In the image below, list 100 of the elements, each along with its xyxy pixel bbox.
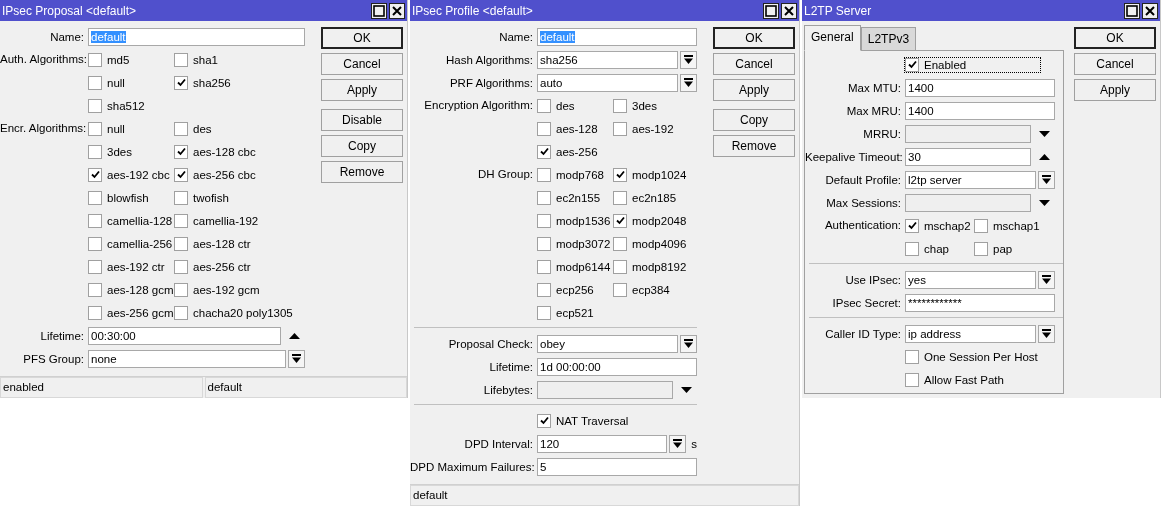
dropdown-button[interactable] [1038,170,1055,189]
checkbox[interactable]: modp1536 [537,209,611,232]
checkbox[interactable]: null [88,71,125,94]
checkbox[interactable]: aes-128 cbc [174,140,256,163]
tab[interactable]: L2TPv3 [860,27,917,51]
close-button[interactable] [389,2,405,19]
checkbox[interactable]: null [88,117,125,140]
dropdown-button[interactable] [669,434,687,453]
dropdown-button[interactable] [680,334,697,353]
checkbox[interactable]: mschap1 [974,214,1040,237]
input-field[interactable]: 1400 [905,101,1055,120]
close-button[interactable] [1142,2,1158,19]
maximize-button[interactable] [371,2,387,19]
checkbox[interactable]: des [537,94,575,117]
maximize-icon [765,4,777,17]
dropdown-button[interactable] [680,50,697,69]
input-field[interactable]: ************ [905,293,1055,312]
checkbox[interactable]: sha1 [174,48,218,71]
input-field[interactable]: 5 [537,457,697,476]
checkbox[interactable]: Enabled [905,57,1041,72]
checkbox[interactable]: aes-256 gcm [88,301,174,324]
checkbox[interactable]: ec2n155 [537,186,601,209]
dropdown-button[interactable] [680,73,697,92]
dropdown-field[interactable]: 120 [537,434,668,453]
checkbox[interactable]: chacha20 poly1305 [174,301,293,324]
checkbox[interactable]: modp4096 [613,232,687,255]
dialog-button[interactable]: OK [321,27,403,49]
checkbox[interactable]: Allow Fast Path [905,368,1004,391]
checkbox[interactable]: aes-128 [537,117,598,140]
dropdown-field[interactable]: none [88,349,286,368]
close-button[interactable] [781,2,797,19]
checkbox[interactable]: modp8192 [613,255,687,278]
checkbox[interactable]: 3des [88,140,132,163]
checkbox[interactable]: aes-256 cbc [174,163,256,186]
checkbox[interactable]: aes-192 cbc [88,163,170,186]
checkbox[interactable]: aes-192 ctr [88,255,165,278]
dropdown-field[interactable]: ip address [905,324,1036,343]
dialog-button[interactable]: Cancel [321,53,403,75]
checkbox[interactable]: aes-256 ctr [174,255,251,278]
checkbox[interactable]: One Session Per Host [905,345,1038,368]
dialog-button[interactable]: Apply [321,79,403,101]
checkbox[interactable]: aes-128 gcm [88,278,174,301]
input-field[interactable]: 00:30:00 [88,326,281,345]
checkbox[interactable]: sha512 [88,94,145,117]
checkbox[interactable]: aes-128 ctr [174,232,251,255]
dropdown-icon [684,77,693,88]
dialog-button[interactable]: Cancel [713,53,795,75]
dialog-button[interactable]: Apply [713,79,795,101]
dropdown-field[interactable]: auto [537,73,678,92]
checkbox[interactable]: modp768 [537,163,604,186]
field-label: DH Group: [477,167,534,182]
checkbox[interactable]: modp6144 [537,255,611,278]
maximize-button[interactable] [1124,2,1140,19]
checkbox[interactable]: modp3072 [537,232,611,255]
dropdown-field[interactable]: l2tp server [905,170,1036,189]
dialog-button[interactable]: Disable [321,109,403,131]
dialog-button[interactable]: OK [1074,27,1156,49]
status-cell: default [204,377,407,398]
checkbox[interactable]: ecp256 [537,278,594,301]
input-field[interactable]: 1d 00:00:00 [537,357,697,376]
dialog-button[interactable]: Copy [321,135,403,157]
checkbox[interactable]: ecp521 [537,301,594,324]
checkbox[interactable]: NAT Traversal [537,409,629,432]
input-field[interactable]: 1400 [905,78,1055,97]
field-label: PFS Group: [22,352,85,365]
input-field[interactable]: 30 [905,147,1031,166]
checkbox[interactable]: modp2048 [613,209,687,232]
checkbox[interactable]: ecp384 [613,278,670,301]
checkbox[interactable]: camellia-128 [88,209,173,232]
dialog-button[interactable]: Remove [713,135,795,157]
checkbox[interactable]: camellia-256 [88,232,173,255]
checkbox[interactable]: md5 [88,48,130,71]
checkbox[interactable]: des [174,117,212,140]
dropdown-button[interactable] [1038,324,1055,343]
checkbox[interactable]: mschap2 [905,214,971,237]
checkbox[interactable]: camellia-192 [174,209,259,232]
dialog-button[interactable]: Copy [713,109,795,131]
dropdown-field[interactable]: sha256 [537,50,678,69]
checkbox[interactable]: aes-192 [613,117,674,140]
dropdown-field[interactable]: obey [537,334,678,353]
down-arrow-icon [1038,130,1050,137]
dropdown-button[interactable] [1038,270,1055,289]
dropdown-button[interactable] [288,349,305,368]
checkbox[interactable]: sha256 [174,71,231,94]
dropdown-field[interactable]: yes [905,270,1036,289]
checkbox[interactable]: blowfish [88,186,149,209]
checkbox[interactable]: aes-192 gcm [174,278,260,301]
tab[interactable]: General [804,25,861,51]
dialog-button[interactable]: Cancel [1074,53,1156,75]
dialog-button[interactable]: Remove [321,161,403,183]
checkbox[interactable]: pap [974,237,1013,260]
checkbox[interactable]: chap [905,237,949,260]
dialog-button[interactable]: Apply [1074,79,1156,101]
checkbox[interactable]: twofish [174,186,229,209]
checkbox[interactable]: aes-256 [537,140,598,163]
dialog-button[interactable]: OK [713,27,795,49]
maximize-button[interactable] [763,2,779,19]
checkbox[interactable]: 3des [613,94,657,117]
checkbox[interactable]: modp1024 [613,163,687,186]
checkbox[interactable]: ec2n185 [613,186,677,209]
